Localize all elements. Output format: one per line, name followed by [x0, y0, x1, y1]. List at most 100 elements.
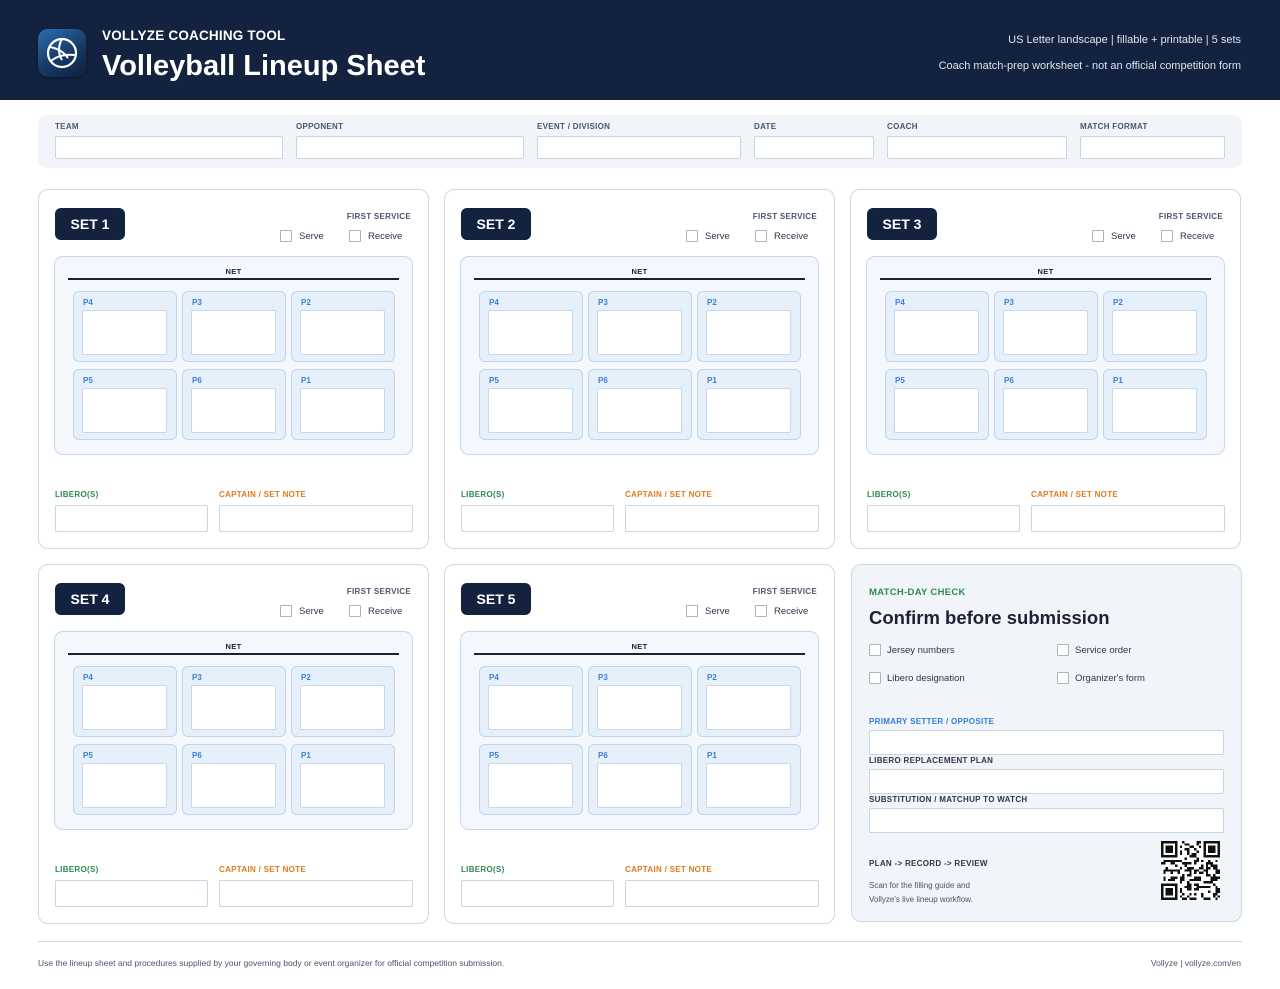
checkbox[interactable]: [1057, 644, 1069, 656]
libero-input[interactable]: [55, 880, 208, 907]
primary-setter-input[interactable]: [869, 730, 1224, 755]
serve-option[interactable]: Serve: [686, 605, 730, 617]
serve-option[interactable]: Serve: [280, 230, 324, 242]
position-input[interactable]: [82, 685, 167, 730]
position-input[interactable]: [488, 388, 573, 433]
serve-checkbox[interactable]: [686, 605, 698, 617]
checkbox[interactable]: [869, 672, 881, 684]
receive-label: Receive: [774, 605, 809, 617]
check-organizers-form[interactable]: Organizer's form: [1057, 672, 1145, 684]
event-input[interactable]: [537, 136, 741, 159]
position-input[interactable]: [597, 685, 682, 730]
check-jersey-numbers[interactable]: Jersey numbers: [869, 644, 955, 656]
serve-option[interactable]: Serve: [280, 605, 324, 617]
position-input[interactable]: [191, 388, 276, 433]
position-input[interactable]: [1112, 388, 1197, 433]
position-box: P2: [291, 666, 395, 737]
substitution-input[interactable]: [869, 808, 1224, 833]
position-input[interactable]: [706, 763, 791, 808]
receive-label: Receive: [368, 230, 403, 242]
position-input[interactable]: [894, 388, 979, 433]
opponent-input[interactable]: [296, 136, 524, 159]
captain-note-input[interactable]: [219, 505, 413, 532]
position-input[interactable]: [706, 310, 791, 355]
court-diagram: NET P4 P3 P2 P5 P6 P1: [866, 256, 1225, 455]
check-item-label: Organizer's form: [1075, 672, 1145, 684]
coach-input[interactable]: [887, 136, 1067, 159]
position-input[interactable]: [300, 685, 385, 730]
checkbox[interactable]: [1057, 672, 1069, 684]
serve-label: Serve: [1111, 230, 1136, 242]
position-input[interactable]: [191, 685, 276, 730]
receive-option[interactable]: Receive: [349, 230, 402, 242]
receive-option[interactable]: Receive: [349, 605, 402, 617]
position-input[interactable]: [894, 310, 979, 355]
position-label: P3: [192, 673, 202, 682]
position-box: P1: [291, 369, 395, 440]
match-format-input[interactable]: [1080, 136, 1225, 159]
position-input[interactable]: [1003, 310, 1088, 355]
serve-checkbox[interactable]: [1092, 230, 1104, 242]
serve-checkbox[interactable]: [280, 230, 292, 242]
libero-replacement-input[interactable]: [869, 769, 1224, 794]
net-line: [68, 278, 399, 280]
serve-checkbox[interactable]: [280, 605, 292, 617]
opponent-label: OPPONENT: [296, 122, 344, 131]
position-input[interactable]: [82, 388, 167, 433]
position-input[interactable]: [1003, 388, 1088, 433]
header-meta-format: US Letter landscape | fillable + printab…: [1008, 34, 1241, 46]
qr-code-icon[interactable]: [1161, 841, 1220, 900]
checkbox[interactable]: [869, 644, 881, 656]
serve-option[interactable]: Serve: [1092, 230, 1136, 242]
position-label: P4: [489, 298, 499, 307]
receive-option[interactable]: Receive: [755, 230, 808, 242]
net-line: [880, 278, 1211, 280]
check-service-order[interactable]: Service order: [1057, 644, 1132, 656]
position-input[interactable]: [706, 388, 791, 433]
check-libero-designation[interactable]: Libero designation: [869, 672, 965, 684]
position-input[interactable]: [488, 310, 573, 355]
position-input[interactable]: [82, 763, 167, 808]
captain-note-input[interactable]: [625, 505, 819, 532]
position-input[interactable]: [706, 685, 791, 730]
position-input[interactable]: [488, 763, 573, 808]
position-label: P6: [598, 376, 608, 385]
position-input[interactable]: [597, 388, 682, 433]
position-input[interactable]: [300, 310, 385, 355]
libero-input[interactable]: [867, 505, 1020, 532]
captain-note-input[interactable]: [219, 880, 413, 907]
position-label: P2: [707, 673, 717, 682]
serve-option[interactable]: Serve: [686, 230, 730, 242]
libero-input[interactable]: [461, 505, 614, 532]
position-label: P6: [598, 751, 608, 760]
libero-input[interactable]: [461, 880, 614, 907]
position-box: P6: [994, 369, 1098, 440]
captain-note-input[interactable]: [1031, 505, 1225, 532]
receive-label: Receive: [774, 230, 809, 242]
position-input[interactable]: [191, 310, 276, 355]
position-box: P1: [697, 369, 801, 440]
position-label: P1: [1113, 376, 1123, 385]
serve-checkbox[interactable]: [686, 230, 698, 242]
receive-label: Receive: [368, 605, 403, 617]
receive-checkbox[interactable]: [1161, 230, 1173, 242]
position-input[interactable]: [488, 685, 573, 730]
date-input[interactable]: [754, 136, 874, 159]
serve-label: Serve: [299, 605, 324, 617]
receive-option[interactable]: Receive: [755, 605, 808, 617]
position-input[interactable]: [597, 310, 682, 355]
position-input[interactable]: [1112, 310, 1197, 355]
receive-option[interactable]: Receive: [1161, 230, 1214, 242]
position-input[interactable]: [191, 763, 276, 808]
receive-checkbox[interactable]: [755, 230, 767, 242]
team-input[interactable]: [55, 136, 283, 159]
receive-checkbox[interactable]: [349, 230, 361, 242]
position-input[interactable]: [300, 388, 385, 433]
position-input[interactable]: [597, 763, 682, 808]
receive-checkbox[interactable]: [349, 605, 361, 617]
receive-checkbox[interactable]: [755, 605, 767, 617]
position-input[interactable]: [300, 763, 385, 808]
libero-input[interactable]: [55, 505, 208, 532]
position-input[interactable]: [82, 310, 167, 355]
captain-note-input[interactable]: [625, 880, 819, 907]
